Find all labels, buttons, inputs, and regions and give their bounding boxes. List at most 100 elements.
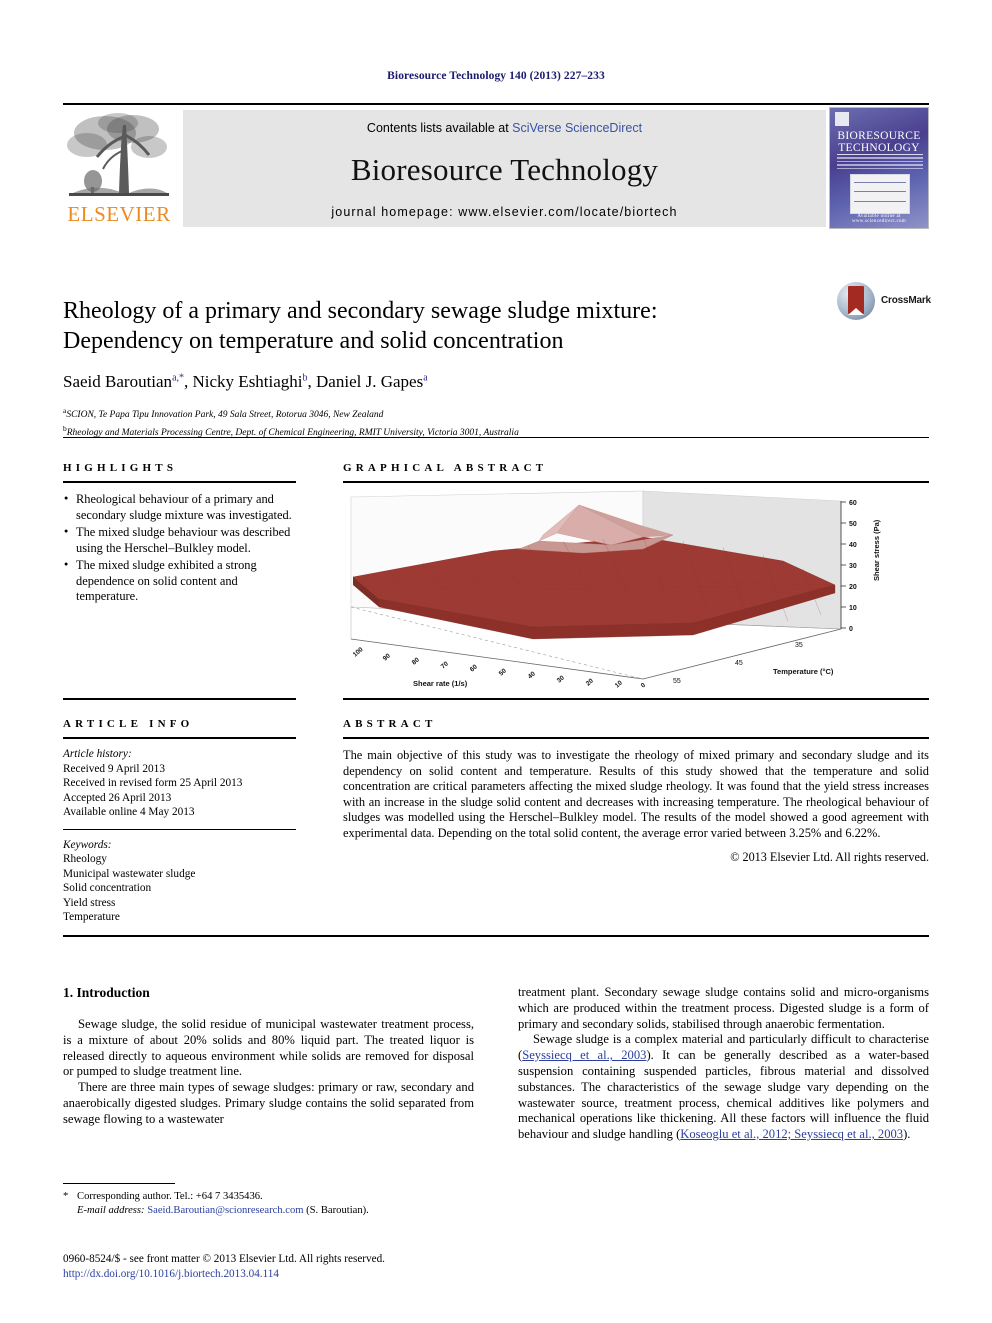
- issn-line: 0960-8524/$ - see front matter © 2013 El…: [63, 1253, 385, 1265]
- email-link[interactable]: Saeid.Baroutian@scionresearch.com: [147, 1205, 303, 1216]
- z-tick-label: 30: [849, 563, 857, 570]
- contents-prefix: Contents lists available at: [366, 121, 513, 135]
- paper-page: Bioresource Technology 140 (2013) 227–23…: [0, 0, 992, 1323]
- affiliation-text: SCION, Te Papa Tipu Innovation Park, 49 …: [66, 410, 384, 421]
- y-tick-label: 55: [673, 678, 681, 685]
- x-tick-label: 90: [382, 652, 392, 662]
- cover-title-line1: BIORESOURCE: [837, 130, 921, 142]
- cover-plot-thumbnail: [850, 174, 910, 214]
- cover-divider: [837, 154, 923, 155]
- page-title: Rheology of a primary and secondary sewa…: [63, 296, 803, 356]
- y-axis-label: Temperature (°C): [773, 667, 834, 676]
- z-tick-label: 40: [849, 542, 857, 549]
- x-tick-label: 20: [585, 677, 595, 687]
- section-heading-introduction: 1. Introduction: [63, 985, 150, 1000]
- article-info-label: ARTICLE INFO: [63, 718, 194, 730]
- highlights-rule: [63, 481, 296, 483]
- history-item: Available online 4 May 2013: [63, 806, 195, 818]
- article-history-heading: Article history:: [63, 748, 132, 760]
- sciencedirect-link[interactable]: SciVerse ScienceDirect: [512, 121, 642, 135]
- history-item: Received in revised form 25 April 2013: [63, 777, 243, 789]
- graphical-abstract-rule: [343, 481, 929, 483]
- list-item: The mixed sludge exhibited a strong depe…: [63, 557, 296, 605]
- y-tick-label: 45: [735, 660, 743, 667]
- z-tick-label: 50: [849, 521, 857, 528]
- author-name[interactable]: Nicky Eshtiaghi: [193, 372, 303, 391]
- x-tick-label: 50: [498, 667, 508, 677]
- x-tick-label: 60: [469, 663, 479, 673]
- z-tick-label: 10: [849, 605, 857, 612]
- author-name[interactable]: Daniel J. Gapes: [316, 372, 423, 391]
- journal-title: Bioresource Technology: [350, 152, 659, 187]
- highlights-label: HIGHLIGHTS: [63, 462, 178, 474]
- cover-subtext-lines: [837, 157, 923, 171]
- paragraph-with-citations: Sewage sludge is a complex material and …: [518, 1032, 929, 1143]
- abstract-copyright: © 2013 Elsevier Ltd. All rights reserved…: [730, 849, 929, 864]
- keywords-heading: Keywords:: [63, 838, 112, 851]
- journal-masthead: ELSEVIER Contents lists available at Sci…: [63, 103, 929, 230]
- crossmark-label: CrossMark: [881, 295, 931, 306]
- graphical-abstract-label: GRAPHICAL ABSTRACT: [343, 462, 548, 474]
- running-head: Bioresource Technology 140 (2013) 227–23…: [387, 70, 605, 82]
- journal-homepage[interactable]: journal homepage: www.elsevier.com/locat…: [183, 205, 826, 219]
- author-marks: b: [302, 372, 308, 384]
- history-item: Received 9 April 2013: [63, 762, 165, 775]
- list-item: Rheological behaviour of a primary and s…: [63, 491, 296, 523]
- cover-footer: Available online at www.sciencedirect.co…: [851, 214, 906, 224]
- elsevier-logo: ELSEVIER: [63, 107, 175, 229]
- keyword-item: Yield stress: [63, 896, 116, 909]
- citation-link[interactable]: Seyssiecq et al., 2003: [522, 1048, 646, 1062]
- history-item: Accepted 26 April 2013: [63, 791, 172, 804]
- issn-block: 0960-8524/$ - see front matter © 2013 El…: [63, 1252, 563, 1281]
- crossmark-bookmark-icon: [848, 286, 864, 315]
- abstract-rule: [343, 737, 929, 739]
- journal-cover-thumbnail: BIORESOURCE TECHNOLOGY Available online …: [829, 107, 929, 229]
- affiliation-item: aSCION, Te Papa Tipu Innovation Park, 49…: [63, 404, 929, 422]
- paragraph-part: ).: [903, 1127, 911, 1142]
- surface-chart: 60 50 40 30 20 10 0 Shear stress (Pa) 35…: [343, 489, 929, 694]
- crossmark-badge[interactable]: CrossMark: [837, 282, 931, 322]
- title-block: CrossMark Rheology of a primary and seco…: [63, 280, 931, 440]
- z-tick-label: 60: [849, 500, 857, 507]
- footnotes-block: * Corresponding author. Tel.: +64 7 3435…: [63, 1183, 474, 1218]
- x-tick-label: 0: [640, 682, 648, 689]
- title-bottom-rule: [63, 437, 929, 438]
- elsevier-wordmark: ELSEVIER: [67, 202, 171, 226]
- keyword-item: Temperature: [63, 911, 120, 923]
- x-axis-label: Shear rate (1/s): [413, 679, 468, 688]
- cover-elsevier-icon: [835, 112, 849, 126]
- article-info-section: ARTICLE INFO Article history: Received 9…: [63, 718, 296, 925]
- doi-link[interactable]: http://dx.doi.org/10.1016/j.biortech.201…: [63, 1267, 563, 1282]
- x-tick-label: 30: [556, 674, 566, 684]
- keyword-item: Rheology: [63, 853, 107, 865]
- author-marks: a: [423, 372, 428, 384]
- body-column-left: 1. Introduction Sewage sludge, the solid…: [63, 985, 474, 1128]
- title-line-2: Dependency on temperature and solid conc…: [63, 328, 564, 355]
- masthead-center: Contents lists available at SciVerse Sci…: [183, 110, 826, 227]
- z-axis-label: Shear stress (Pa): [872, 519, 881, 581]
- z-tick-label: 0: [849, 626, 853, 633]
- affiliations: aSCION, Te Papa Tipu Innovation Park, 49…: [63, 404, 929, 440]
- masthead-top-rule: [63, 103, 929, 105]
- z-tick-label: 20: [849, 584, 857, 591]
- cover-title: BIORESOURCE TECHNOLOGY: [830, 130, 928, 154]
- highlights-section: HIGHLIGHTS Rheological behaviour of a pr…: [63, 462, 296, 607]
- graphical-abstract-bottom-rule: [343, 698, 929, 700]
- author-marks: a,*: [172, 372, 185, 384]
- x-tick-label: 100: [352, 646, 365, 659]
- title-line-1: Rheology of a primary and secondary sewa…: [63, 298, 658, 325]
- citation-link[interactable]: Koseoglu et al., 2012; Seyssiecq et al.,…: [680, 1127, 903, 1141]
- contents-line: Contents lists available at SciVerse Sci…: [183, 121, 826, 135]
- paragraph: Sewage sludge, the solid residue of muni…: [63, 1017, 474, 1079]
- author-name[interactable]: Saeid Baroutian: [63, 372, 172, 391]
- abstract-bottom-rule: [63, 935, 929, 937]
- crossmark-circle-icon: [837, 282, 875, 320]
- keyword-item: Solid concentration: [63, 882, 152, 894]
- corresponding-author-text: Corresponding author. Tel.: +64 7 343543…: [77, 1191, 263, 1202]
- highlights-bottom-rule: [63, 698, 296, 700]
- footnote-rule: [63, 1183, 175, 1184]
- corresponding-author-note: * Corresponding author. Tel.: +64 7 3435…: [63, 1190, 474, 1218]
- list-item: The mixed sludge behaviour was described…: [63, 524, 296, 556]
- elsevier-tree-icon: [67, 113, 169, 196]
- x-tick-label: 70: [440, 660, 450, 670]
